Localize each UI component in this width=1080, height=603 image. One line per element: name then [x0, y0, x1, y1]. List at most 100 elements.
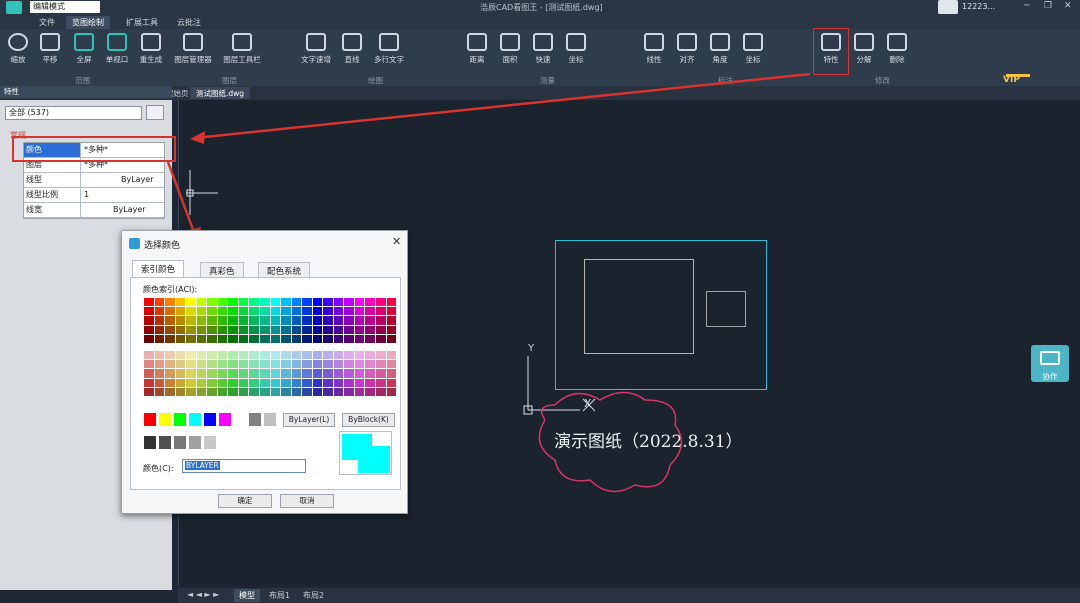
palette-swatch[interactable] — [386, 360, 398, 370]
palette-swatch[interactable] — [217, 298, 229, 308]
color-swatch[interactable] — [174, 413, 187, 427]
palette-swatch[interactable] — [165, 334, 176, 344]
palette-swatch[interactable] — [386, 387, 398, 397]
palette-swatch[interactable] — [196, 334, 208, 344]
maximize-icon[interactable]: ❐ — [1044, 1, 1052, 11]
fullscreen-button[interactable]: 全屏 — [67, 33, 101, 65]
palette-swatch[interactable] — [144, 360, 155, 370]
palette-swatch[interactable] — [175, 351, 187, 361]
palette-swatch[interactable] — [344, 387, 355, 397]
palette-swatch[interactable] — [228, 325, 239, 335]
palette-swatch[interactable] — [154, 316, 166, 326]
palette-swatch[interactable] — [302, 351, 313, 361]
delete-button[interactable]: 删除 — [880, 33, 914, 65]
palette-swatch[interactable] — [144, 369, 155, 379]
palette-swatch[interactable] — [386, 325, 398, 335]
mode-select[interactable]: 编辑模式 — [30, 1, 100, 13]
color-swatch[interactable] — [174, 436, 187, 450]
cancel-button[interactable]: 取消 — [280, 494, 334, 508]
palette-swatch[interactable] — [260, 351, 271, 361]
bylayer-button[interactable]: ByLayer(L) — [283, 413, 335, 427]
palette-swatch[interactable] — [312, 378, 324, 388]
palette-swatch[interactable] — [365, 369, 377, 379]
palette-swatch[interactable] — [207, 325, 218, 335]
palette-swatch[interactable] — [344, 351, 355, 361]
palette-swatch[interactable] — [165, 387, 176, 397]
first-tab-icon[interactable]: ◄ ◄ ► ► — [182, 589, 224, 600]
palette-swatch[interactable] — [302, 378, 313, 388]
palette-swatch[interactable] — [291, 387, 303, 397]
palette-swatch[interactable] — [238, 298, 250, 308]
palette-swatch[interactable] — [186, 387, 197, 397]
palette-swatch[interactable] — [175, 316, 187, 326]
close-icon[interactable]: ✕ — [1064, 1, 1072, 11]
palette-swatch[interactable] — [260, 316, 271, 326]
text-quick-button[interactable]: 文字速增 — [297, 33, 335, 65]
grey-colors-top[interactable] — [249, 413, 277, 427]
palette-swatch[interactable] — [354, 369, 366, 379]
color-swatch[interactable] — [159, 436, 172, 450]
palette-swatch[interactable] — [154, 298, 166, 308]
palette-swatch[interactable] — [323, 298, 334, 308]
palette-swatch[interactable] — [217, 351, 229, 361]
palette-swatch[interactable] — [354, 360, 366, 370]
byblock-button[interactable]: ByBlock(K) — [342, 413, 395, 427]
palette-swatch[interactable] — [365, 298, 377, 308]
palette-swatch[interactable] — [291, 378, 303, 388]
quick-select-button[interactable] — [146, 105, 164, 120]
palette-swatch[interactable] — [344, 334, 355, 344]
palette-swatch[interactable] — [323, 369, 334, 379]
coordinate-button[interactable]: 坐标 — [559, 33, 593, 65]
palette-swatch[interactable] — [217, 360, 229, 370]
palette-swatch[interactable] — [344, 298, 355, 308]
palette-swatch[interactable] — [207, 351, 218, 361]
color-swatch[interactable] — [144, 413, 157, 427]
palette-swatch[interactable] — [175, 369, 187, 379]
palette-swatch[interactable] — [207, 307, 218, 317]
palette-swatch[interactable] — [186, 360, 197, 370]
palette-swatch[interactable] — [217, 378, 229, 388]
palette-swatch[interactable] — [333, 378, 345, 388]
palette-swatch[interactable] — [260, 298, 271, 308]
palette-swatch[interactable] — [186, 316, 197, 326]
palette-swatch[interactable] — [344, 378, 355, 388]
palette-swatch[interactable] — [249, 307, 261, 317]
palette-swatch[interactable] — [376, 334, 387, 344]
palette-swatch[interactable] — [260, 378, 271, 388]
palette-swatch[interactable] — [344, 316, 355, 326]
palette-swatch[interactable] — [165, 378, 176, 388]
palette-swatch[interactable] — [249, 298, 261, 308]
palette-swatch[interactable] — [144, 316, 155, 326]
palette-swatch[interactable] — [312, 298, 324, 308]
palette-swatch[interactable] — [186, 351, 197, 361]
palette-swatch[interactable] — [344, 307, 355, 317]
palette-swatch[interactable] — [260, 334, 271, 344]
palette-swatch[interactable] — [333, 387, 345, 397]
palette-swatch[interactable] — [354, 387, 366, 397]
palette-swatch[interactable] — [312, 351, 324, 361]
palette-swatch[interactable] — [281, 387, 292, 397]
tab-layout1[interactable]: 布局1 — [264, 589, 295, 602]
aligned-dim-button[interactable]: 对齐 — [670, 33, 704, 65]
palette-swatch[interactable] — [228, 334, 239, 344]
palette-swatch[interactable] — [175, 325, 187, 335]
palette-swatch[interactable] — [238, 325, 250, 335]
line-button[interactable]: 直线 — [335, 33, 369, 65]
tab-color-books[interactable]: 配色系统 — [258, 262, 311, 277]
palette-swatch[interactable] — [291, 351, 303, 361]
color-swatch[interactable] — [189, 436, 202, 450]
color-swatch[interactable] — [249, 413, 262, 427]
palette-swatch[interactable] — [186, 378, 197, 388]
palette-swatch[interactable] — [333, 351, 345, 361]
user-name[interactable]: 12223... — [962, 2, 995, 11]
palette-swatch[interactable] — [249, 369, 261, 379]
palette-swatch[interactable] — [376, 378, 387, 388]
palette-swatch[interactable] — [238, 334, 250, 344]
palette-swatch[interactable] — [270, 351, 282, 361]
palette-swatch[interactable] — [175, 334, 187, 344]
palette-swatch[interactable] — [312, 316, 324, 326]
palette-swatch[interactable] — [238, 369, 250, 379]
palette-swatch[interactable] — [302, 387, 313, 397]
palette-swatch[interactable] — [386, 351, 398, 361]
palette-swatch[interactable] — [154, 360, 166, 370]
